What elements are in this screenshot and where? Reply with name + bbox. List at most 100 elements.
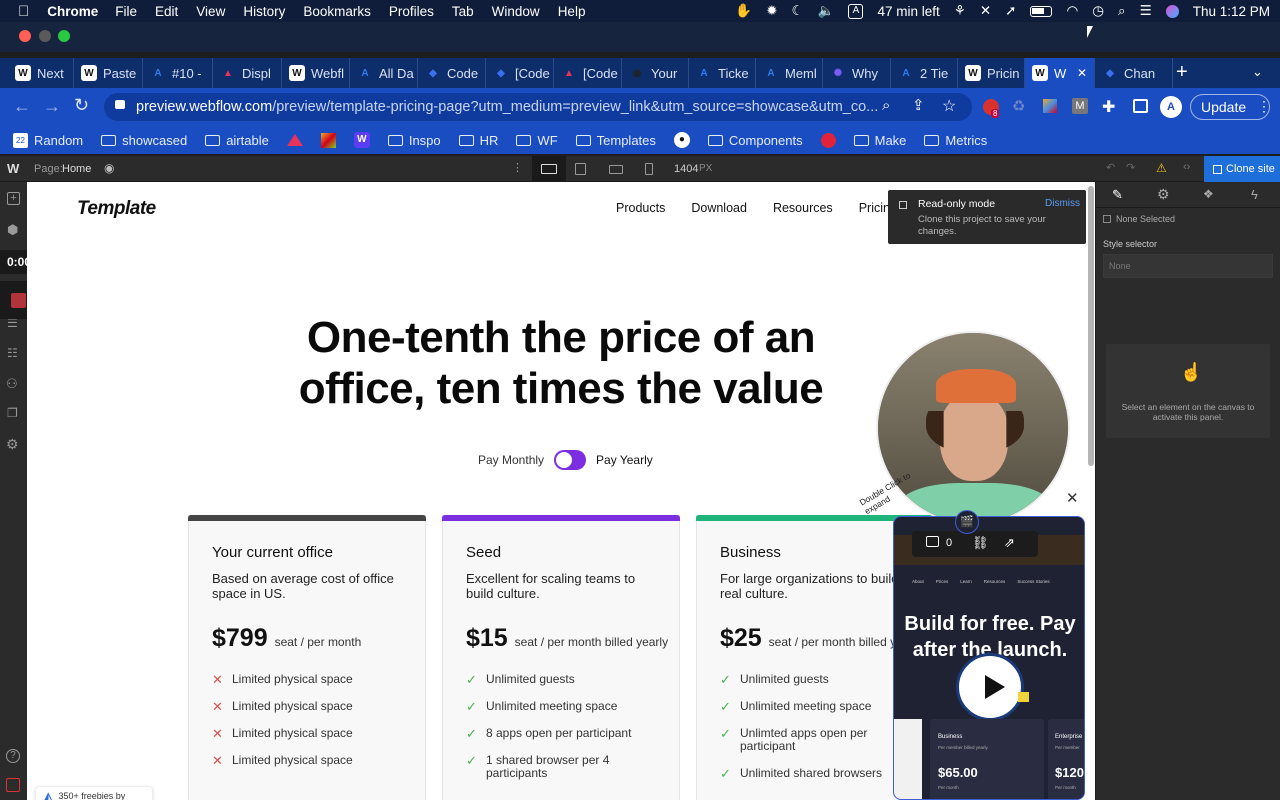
tab-9[interactable]: ◉ Your — [622, 58, 689, 88]
style-brush-icon[interactable]: ✎ — [1112, 187, 1123, 203]
menu-bookmarks[interactable]: Bookmarks — [294, 4, 380, 19]
bookmark-item-0[interactable]: 22 Random — [4, 132, 92, 148]
tab-12[interactable]: ✺ Why — [823, 58, 891, 88]
wifi-icon[interactable]: ◠ — [1066, 3, 1078, 19]
warning-icon[interactable]: ⚠ — [1156, 161, 1167, 175]
style-manager-drops-icon[interactable]: ❖ — [1203, 187, 1214, 201]
browser-menu-kebab-icon[interactable]: ⋮ — [1257, 98, 1271, 115]
moon-icon[interactable]: ☾ — [792, 3, 804, 19]
style-selector-input[interactable]: None — [1103, 254, 1273, 278]
close-window-button[interactable] — [19, 30, 31, 42]
bookmark-item-2[interactable]: airtable — [196, 133, 278, 148]
bookmark-star-icon[interactable]: ☆ — [942, 96, 956, 116]
search-icon[interactable]: ⌕ — [1118, 3, 1126, 19]
tab-16[interactable]: ◆ Chan — [1095, 58, 1173, 88]
menu-tab[interactable]: Tab — [443, 4, 483, 19]
bookmark-item-9[interactable]: Templates — [567, 133, 665, 148]
tab-4[interactable]: W Webfl — [282, 58, 350, 88]
comment-icon[interactable] — [926, 536, 939, 547]
menu-file[interactable]: File — [106, 4, 146, 19]
tablet-breakpoint-icon[interactable] — [575, 163, 586, 175]
assets-icon[interactable]: ❐ — [7, 406, 18, 420]
share-icon[interactable]: ⇪ — [912, 96, 925, 114]
extension-cube-icon[interactable] — [1043, 99, 1057, 113]
menu-history[interactable]: History — [234, 4, 294, 19]
zoom-window-button[interactable] — [58, 30, 70, 42]
copy-link-icon[interactable]: ⛓ — [972, 535, 989, 551]
help-icon[interactable]: ? — [6, 749, 20, 763]
bookmark-item-1[interactable]: showcased — [92, 133, 196, 148]
clone-site-button[interactable]: Clone site — [1204, 156, 1280, 182]
profile-avatar[interactable]: A — [1160, 96, 1182, 118]
tab-10[interactable]: A Ticke — [689, 58, 756, 88]
tab-14[interactable]: W Pricin — [958, 58, 1025, 88]
forward-button[interactable]: → — [43, 96, 61, 117]
new-tab-button[interactable]: + — [1176, 61, 1188, 84]
bookmark-item-8[interactable]: WF — [507, 133, 566, 148]
add-panel-icon[interactable]: + — [7, 192, 20, 205]
undo-icon[interactable]: ↶ — [1106, 161, 1115, 174]
preview-eye-icon[interactable]: ◉ — [104, 161, 114, 175]
minimize-window-button[interactable] — [39, 30, 51, 42]
gear-status-icon[interactable]: ✹ — [766, 3, 777, 19]
site-logo[interactable]: Template — [77, 198, 156, 220]
close-tab-icon[interactable]: ✕ — [1077, 66, 1087, 80]
components-cube-icon[interactable]: ⬢ — [7, 222, 18, 238]
video-play-button[interactable] — [956, 653, 1024, 721]
extension-recycle-icon[interactable]: ♻ — [1012, 97, 1025, 115]
url-bar[interactable]: preview.webflow.com/preview/template-pri… — [104, 93, 972, 121]
pay-monthly-label[interactable]: Pay Monthly — [478, 453, 544, 467]
landscape-breakpoint-icon[interactable] — [609, 165, 623, 174]
volume-icon[interactable]: 🔈 — [818, 3, 835, 19]
mute-icon[interactable]: ✕ — [980, 3, 991, 19]
video-preview-panel[interactable]: 0 ⛓ ⇗ About Prices Learn Resources Succe… — [893, 516, 1085, 800]
tab-8[interactable]: ▲ [Code — [554, 58, 622, 88]
webflow-logo-icon[interactable]: W — [7, 161, 19, 176]
menu-view[interactable]: View — [187, 4, 234, 19]
bookmark-item-4[interactable] — [312, 132, 345, 148]
menu-help[interactable]: Help — [549, 4, 595, 19]
reload-button[interactable]: ↻ — [74, 95, 89, 116]
tab-search-chevron-icon[interactable]: ⌄ — [1252, 64, 1263, 80]
control-center-icon[interactable]: ☰ — [1140, 3, 1152, 19]
navigator-icon[interactable]: ☷ — [7, 346, 18, 360]
siri-icon[interactable] — [1165, 4, 1179, 18]
element-settings-gear-icon[interactable]: ⚙ — [1157, 186, 1170, 203]
mobile-breakpoint-icon[interactable] — [645, 163, 653, 175]
hand-icon[interactable]: ✋ — [735, 3, 752, 19]
canvas-scrollbar[interactable] — [1088, 186, 1094, 466]
page-selector[interactable]: Home — [62, 163, 91, 175]
bookmark-item-12[interactable] — [812, 132, 845, 148]
bookmark-item-10[interactable]: ● — [665, 132, 699, 148]
close-webcam-icon[interactable]: ✕ — [1066, 489, 1079, 507]
freebies-badge[interactable]: ◭ 350+ freebies by — [35, 786, 153, 800]
tab-2[interactable]: A #10 - — [143, 58, 213, 88]
tab-11[interactable]: A Meml — [756, 58, 823, 88]
tab-0[interactable]: W Next — [8, 58, 74, 88]
bookmark-item-6[interactable]: Inspo — [379, 133, 450, 148]
bookmark-item-3[interactable] — [278, 134, 312, 146]
menu-profiles[interactable]: Profiles — [380, 4, 443, 19]
zoom-lens-icon[interactable]: ⌕ — [882, 97, 890, 114]
desktop-breakpoint-icon[interactable] — [532, 156, 566, 182]
users-icon[interactable]: ⚇ — [6, 376, 18, 392]
tab-7[interactable]: ◆ [Code — [486, 58, 554, 88]
bookmark-item-5[interactable]: W — [345, 132, 379, 148]
tab-15[interactable]: W W ✕ — [1025, 58, 1095, 88]
webcam-bubble[interactable] — [876, 331, 1070, 525]
open-external-icon[interactable]: ⇗ — [1004, 535, 1015, 551]
launch-icon[interactable]: ➚ — [1005, 3, 1016, 19]
video-clapper-icon[interactable]: 🎬 — [955, 510, 979, 534]
nav-download[interactable]: Download — [691, 201, 747, 215]
interactions-bolt-icon[interactable]: ϟ — [1251, 187, 1258, 202]
extension-m-icon[interactable]: M — [1072, 98, 1088, 114]
extensions-puzzle-icon[interactable]: ✚ — [1102, 97, 1115, 117]
battery-time-text[interactable]: 47 min left — [877, 4, 939, 19]
apple-icon[interactable]:  — [0, 3, 39, 20]
back-button[interactable]: ← — [13, 96, 31, 117]
battery-icon[interactable] — [1030, 5, 1053, 17]
bookmark-item-13[interactable]: Make — [845, 133, 916, 148]
menubar-app-name[interactable]: Chrome — [39, 4, 106, 19]
tab-13[interactable]: A 2 Tie — [891, 58, 958, 88]
settings-gear-icon[interactable]: ⚙ — [6, 436, 19, 453]
